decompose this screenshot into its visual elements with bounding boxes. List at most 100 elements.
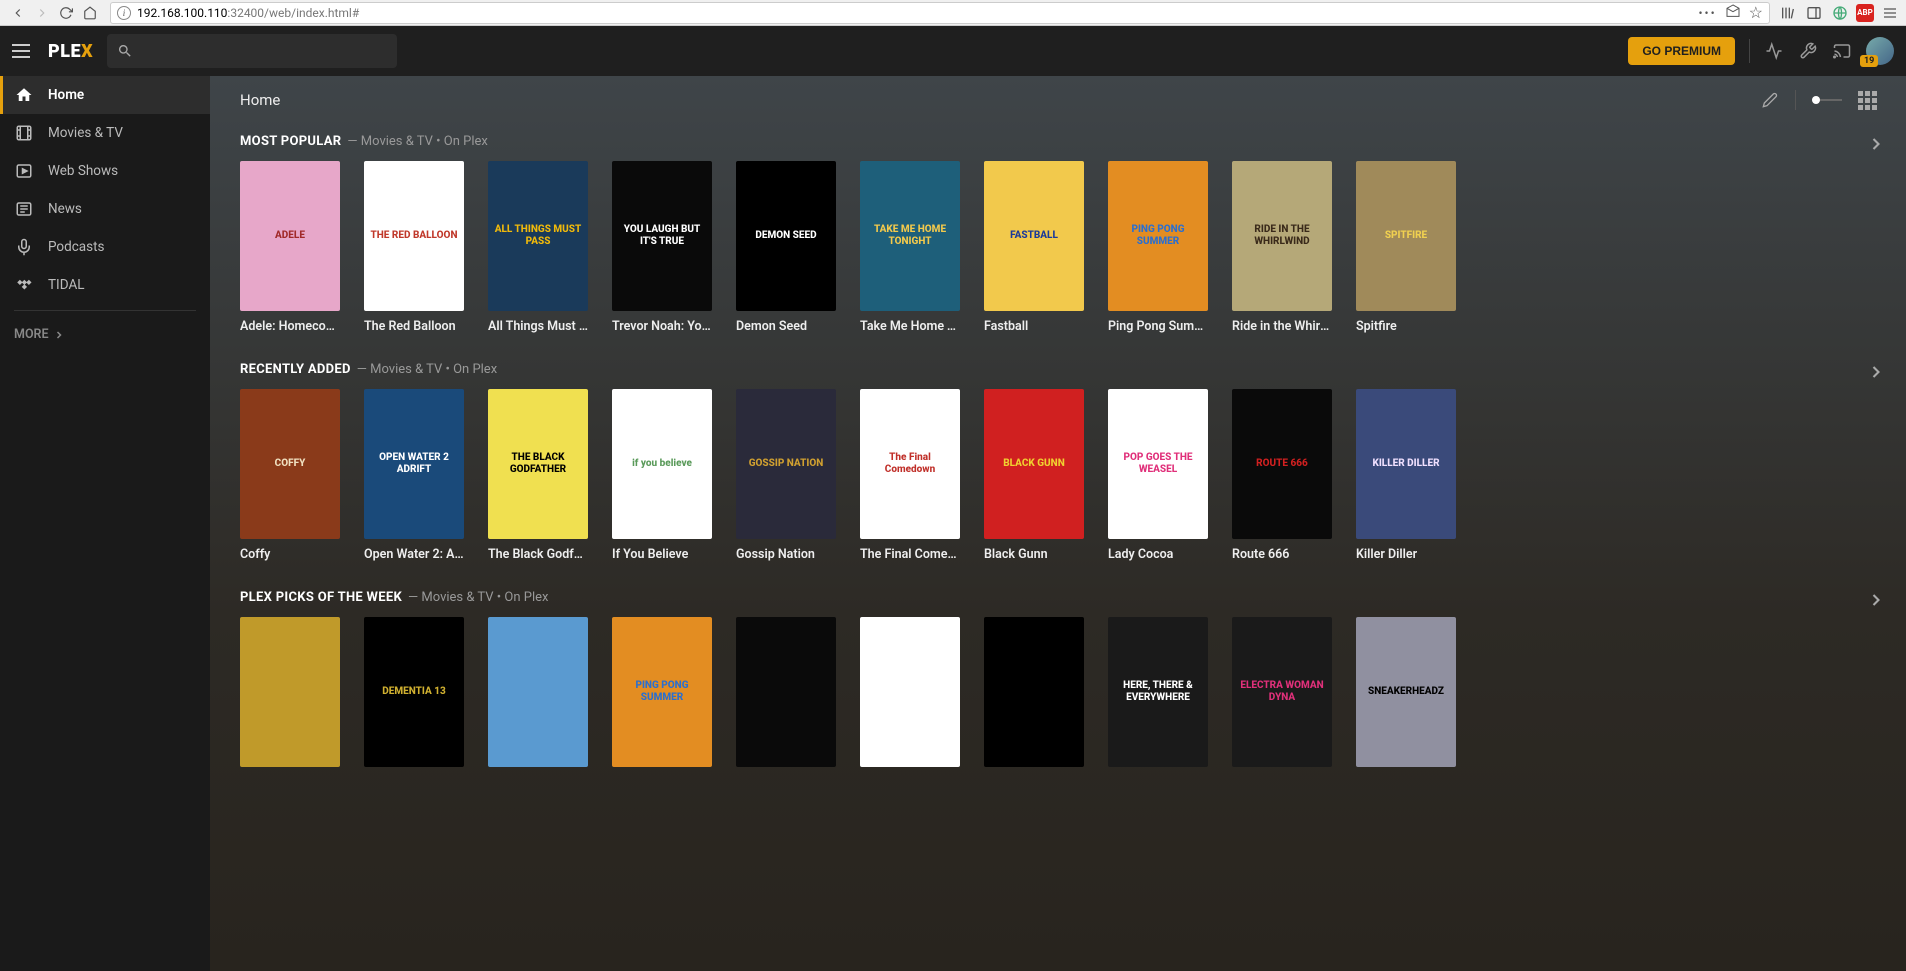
grid-view-icon[interactable] [1858, 91, 1876, 109]
poster-card[interactable]: THE RED BALLOONThe Red Balloon [364, 161, 464, 334]
zoom-slider[interactable] [1812, 99, 1842, 101]
poster-title: Adele: Homecoming [240, 319, 340, 334]
notification-badge: 19 [1860, 55, 1878, 67]
user-avatar[interactable]: 19 [1866, 37, 1894, 65]
poster-art-text: KILLER DILLER [1356, 389, 1456, 539]
section-header[interactable]: PLEX PICKS OF THE WEEK— Movies & TV • On… [240, 590, 1876, 605]
cast-icon[interactable] [1832, 41, 1852, 61]
poster-card[interactable]: TAKE ME HOME TONIGHTTake Me Home To... [860, 161, 960, 334]
settings-icon[interactable] [1798, 41, 1818, 61]
app-header: PLEX GO PREMIUM 19 [0, 26, 1906, 76]
poster-card[interactable]: if you believeIf You Believe [612, 389, 712, 562]
poster-card[interactable]: SNEAKERHEADZ [1356, 617, 1456, 775]
poster-card[interactable] [240, 617, 340, 775]
poster-card[interactable]: HERE, THERE & EVERYWHERE [1108, 617, 1208, 775]
poster-card[interactable]: BLACK GUNN Black Gunn [984, 389, 1084, 562]
chevron-right-icon[interactable] [1866, 362, 1886, 388]
search-input[interactable] [107, 34, 397, 68]
poster-title: The Red Balloon [364, 319, 464, 334]
poster-card[interactable]: DEMENTIA 13 [364, 617, 464, 775]
earth-icon[interactable] [1830, 3, 1850, 23]
logo-text-b: X [81, 41, 93, 62]
poster-card[interactable] [736, 617, 836, 775]
poster-card[interactable]: The Final ComedownThe Final Comedo... [860, 389, 960, 562]
poster-card[interactable]: OPEN WATER 2 ADRIFTOpen Water 2: Ad... [364, 389, 464, 562]
poster-title: Coffy [240, 547, 340, 562]
section-header[interactable]: RECENTLY ADDED— Movies & TV • On Plex [240, 362, 1876, 377]
section-title: RECENTLY ADDED [240, 362, 351, 377]
adblock-icon[interactable]: ABP [1856, 4, 1874, 22]
tidal-icon [14, 275, 34, 295]
sidebar-item-movies-tv[interactable]: Movies & TV [0, 114, 210, 152]
hamburger-menu-icon[interactable] [12, 39, 36, 63]
poster-image: ROUTE 666 [1232, 389, 1332, 539]
browser-home-button[interactable] [78, 1, 102, 25]
bookmark-star-icon[interactable]: ☆ [1749, 3, 1763, 22]
section-header[interactable]: MOST POPULAR— Movies & TV • On Plex [240, 134, 1876, 149]
poster-card[interactable]: YOU LAUGH BUT IT'S TRUETrevor Noah: You … [612, 161, 712, 334]
poster-title: Lady Cocoa [1108, 547, 1208, 562]
browser-reload-button[interactable] [54, 1, 78, 25]
chevron-right-icon[interactable] [1866, 590, 1886, 616]
poster-art-text: DEMON SEED [736, 161, 836, 311]
poster-card[interactable]: POP GOES THE WEASELLady Cocoa [1108, 389, 1208, 562]
poster-card[interactable]: DEMON SEED Demon Seed [736, 161, 836, 334]
poster-title: Black Gunn [984, 547, 1084, 562]
library-icon[interactable] [1778, 3, 1798, 23]
url-host: 192.168.100.110 [137, 6, 227, 20]
sidebar-item-tidal[interactable]: TIDAL [0, 266, 210, 304]
chevron-right-icon[interactable] [1866, 134, 1886, 160]
section-subtitle: — Movies & TV • On Plex [408, 590, 548, 605]
poster-row: DEMENTIA 13 PING PONG SUMMER HERE, THERE &… [240, 617, 1876, 775]
poster-card[interactable]: ROUTE 666 Route 666 [1232, 389, 1332, 562]
poster-card[interactable]: KILLER DILLERKiller Diller [1356, 389, 1456, 562]
mic-icon [14, 237, 34, 257]
poster-art-text: HERE, THERE & EVERYWHERE [1108, 617, 1208, 767]
sidebar-panel-icon[interactable] [1804, 3, 1824, 23]
poster-image: OPEN WATER 2 ADRIFT [364, 389, 464, 539]
poster-card[interactable]: FASTBALLFastball [984, 161, 1084, 334]
poster-image: HERE, THERE & EVERYWHERE [1108, 617, 1208, 767]
poster-art-text [984, 617, 1084, 767]
url-bar[interactable]: i 192.168.100.110:32400/web/index.html# … [110, 2, 1770, 24]
poster-title: Demon Seed [736, 319, 836, 334]
poster-card[interactable]: GOSSIP NATIONGossip Nation [736, 389, 836, 562]
plex-logo[interactable]: PLEX [48, 41, 93, 62]
sidebar-more-button[interactable]: MORE [0, 317, 210, 352]
poster-art-text: SPITFIRE [1356, 161, 1456, 311]
poster-image [488, 617, 588, 767]
poster-title: Route 666 [1232, 547, 1332, 562]
poster-card[interactable]: PING PONG SUMMERPing Pong Summer [1108, 161, 1208, 334]
poster-card[interactable] [860, 617, 960, 775]
poster-card[interactable]: ELECTRA WOMAN DYNA [1232, 617, 1332, 775]
poster-image: DEMON SEED [736, 161, 836, 311]
go-premium-button[interactable]: GO PREMIUM [1628, 37, 1735, 65]
sidebar-item-podcasts[interactable]: Podcasts [0, 228, 210, 266]
poster-card[interactable]: SPITFIRESpitfire [1356, 161, 1456, 334]
poster-image: SNEAKERHEADZ [1356, 617, 1456, 767]
poster-card[interactable] [488, 617, 588, 775]
activity-icon[interactable] [1764, 41, 1784, 61]
poster-card[interactable] [984, 617, 1084, 775]
poster-art-text [488, 617, 588, 767]
firefox-menu-icon[interactable] [1880, 3, 1900, 23]
poster-card[interactable]: ALL THINGS MUST PASSAll Things Must Pa..… [488, 161, 588, 334]
section-subtitle: — Movies & TV • On Plex [347, 134, 487, 149]
poster-card[interactable]: RIDE IN THE WHIRLWINDRide in the Whirlw.… [1232, 161, 1332, 334]
url-actions-icon[interactable]: ••• [1699, 6, 1717, 20]
reader-icon[interactable] [1725, 3, 1741, 22]
poster-title: All Things Must Pa... [488, 319, 588, 334]
browser-forward-button[interactable] [30, 1, 54, 25]
browser-back-button[interactable] [6, 1, 30, 25]
sidebar-item-news[interactable]: News [0, 190, 210, 228]
poster-card[interactable]: COFFYCoffy [240, 389, 340, 562]
poster-card[interactable]: ADELEAdele: Homecoming [240, 161, 340, 334]
poster-card[interactable]: THE BLACK GODFATHERThe Black Godfath... [488, 389, 588, 562]
poster-art-text: PING PONG SUMMER [612, 617, 712, 767]
sidebar-item-home[interactable]: Home [0, 76, 210, 114]
sidebar-divider [14, 310, 196, 311]
poster-art-text: BLACK GUNN [984, 389, 1084, 539]
edit-icon[interactable] [1761, 91, 1779, 109]
sidebar-item-web-shows[interactable]: Web Shows [0, 152, 210, 190]
poster-card[interactable]: PING PONG SUMMER [612, 617, 712, 775]
